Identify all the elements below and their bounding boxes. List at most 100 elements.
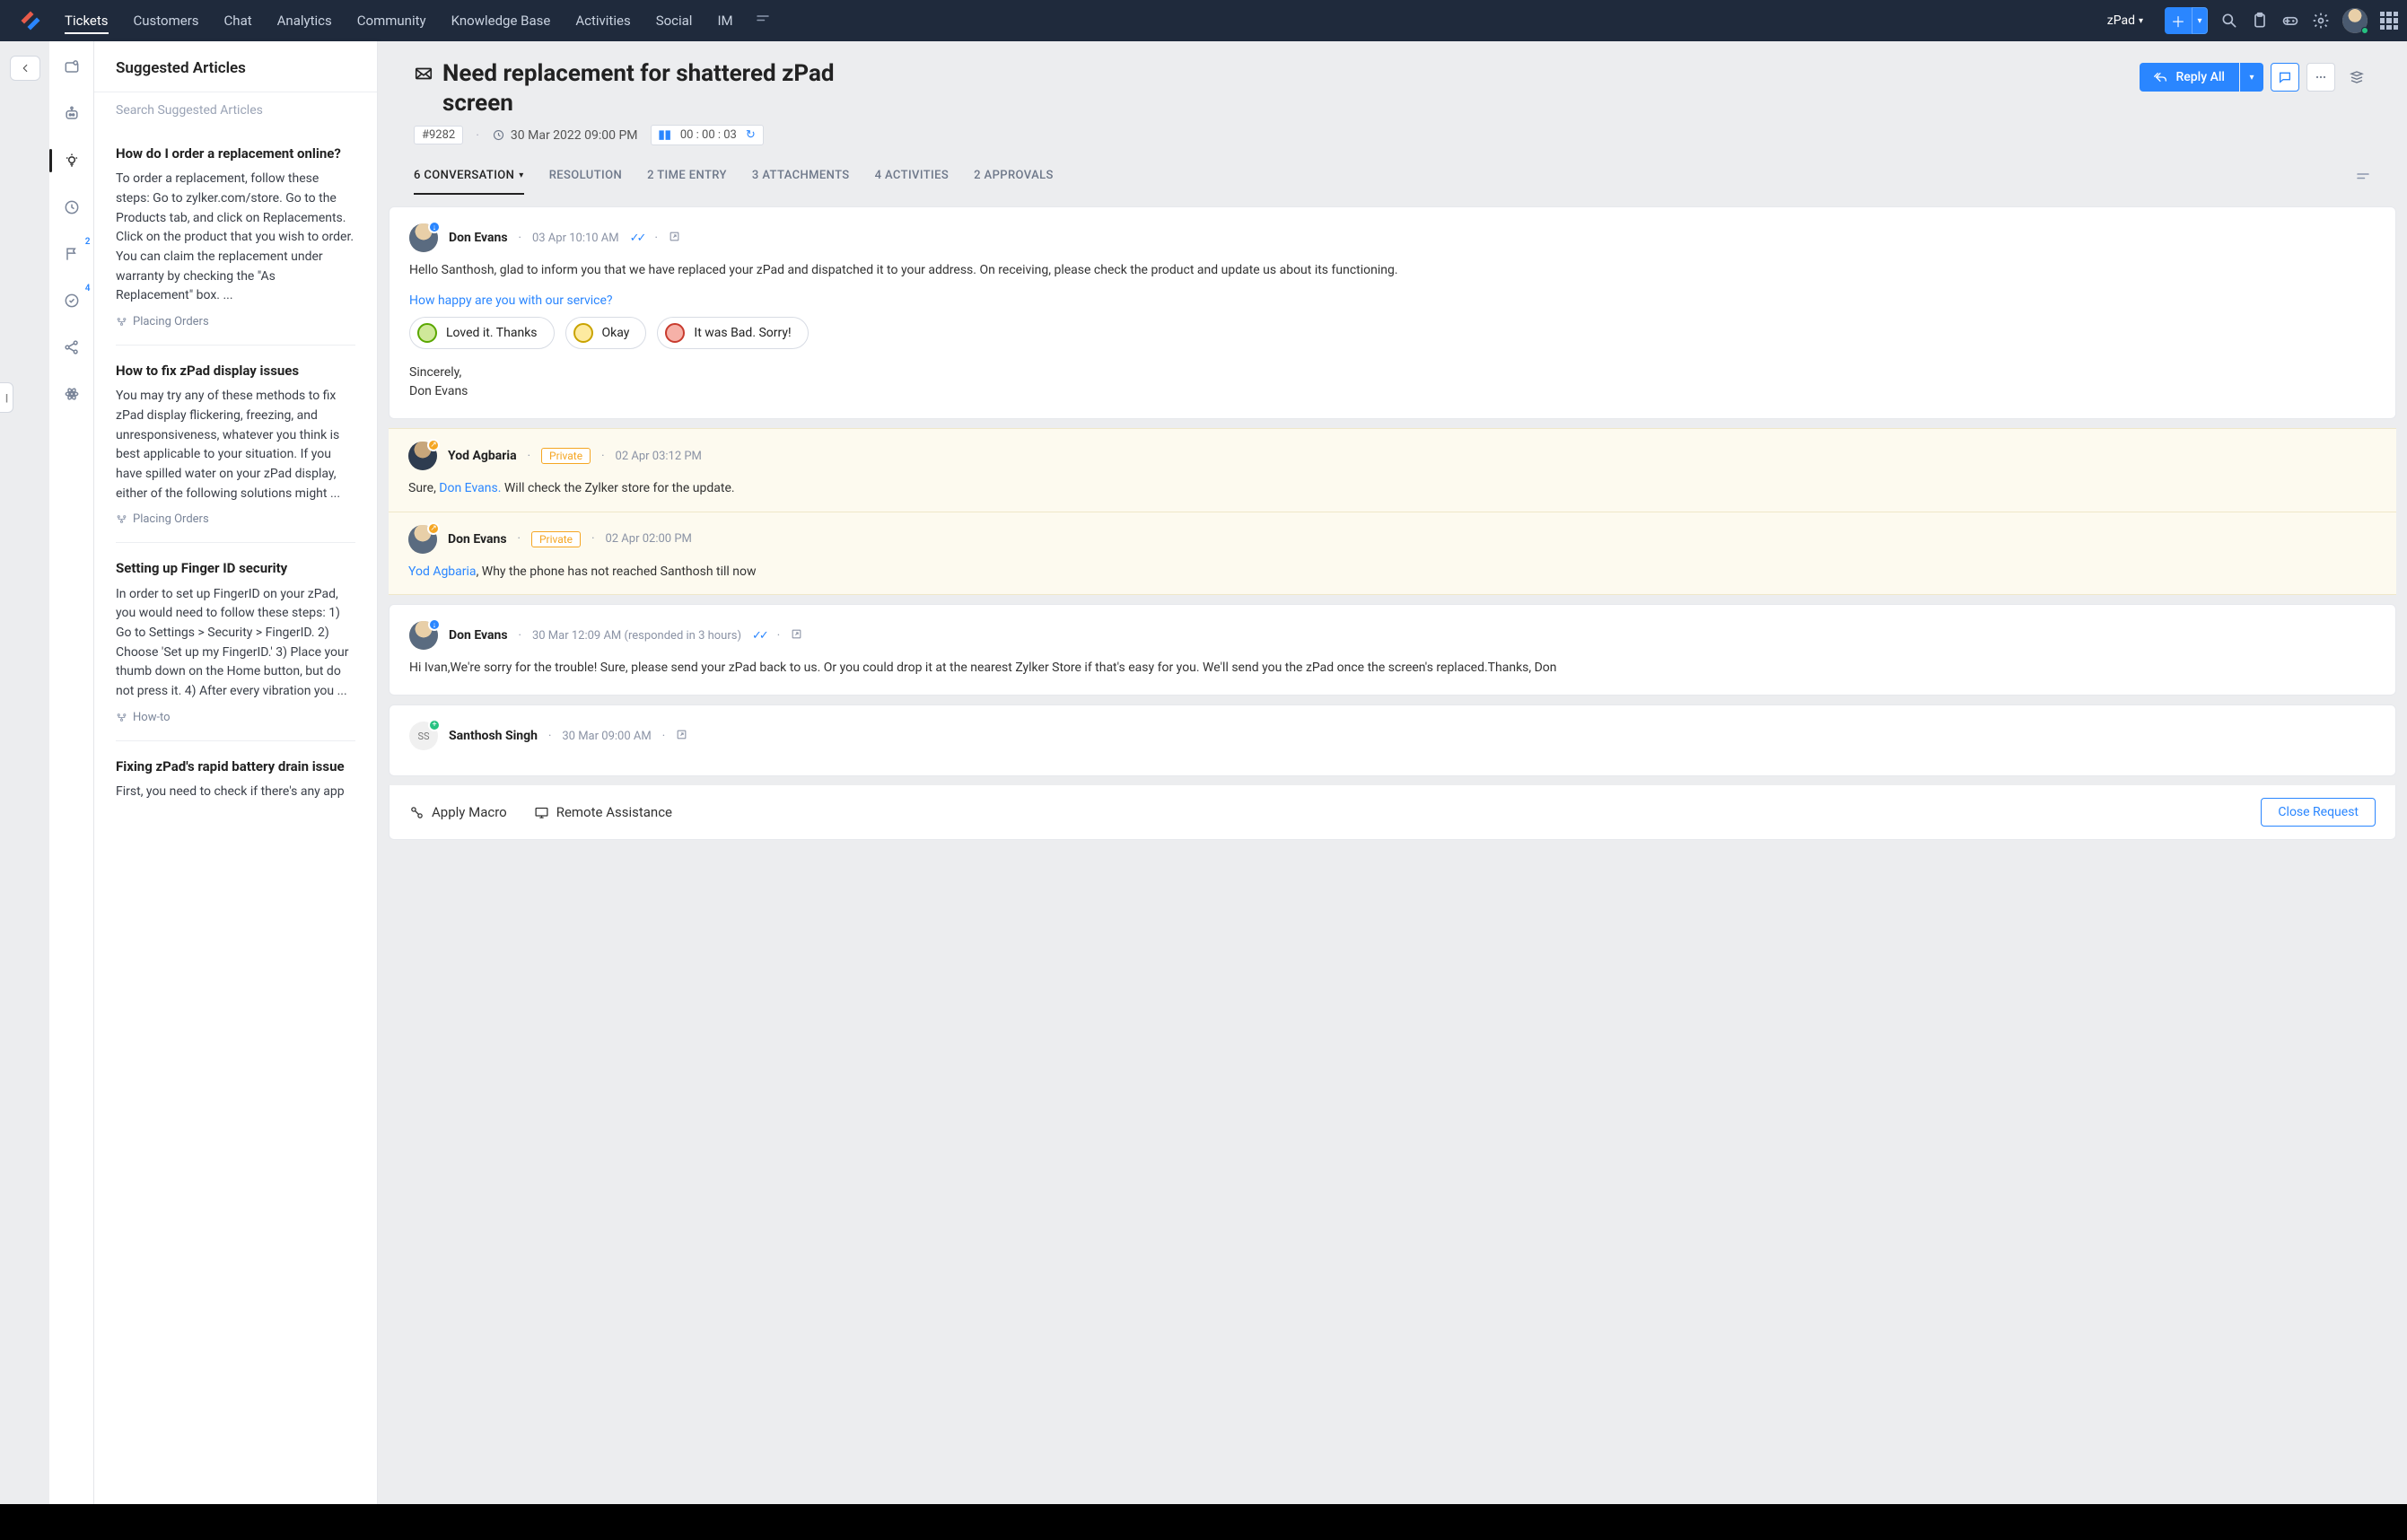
read-ticks-icon: ✓✓: [752, 629, 766, 643]
letterbox-bottom: [0, 1504, 2407, 1540]
comment-button[interactable]: [2271, 63, 2299, 92]
ticket-title: Need replacement for shattered zPad scre…: [442, 59, 837, 118]
app-logo: [18, 8, 43, 33]
private-badge: Private: [531, 531, 581, 547]
article-category: Placing Orders: [116, 315, 355, 328]
message-signoff-name: Don Evans: [409, 382, 2376, 402]
article-category: Placing Orders: [116, 512, 355, 526]
article-snippet: You may try any of these methods to fix …: [116, 387, 355, 503]
message-time: 03 Apr 10:10 AM: [532, 232, 619, 245]
nav-overflow-icon[interactable]: [755, 11, 771, 31]
nav-links: TicketsCustomersChatAnalyticsCommunityKn…: [52, 2, 746, 39]
rating-option-meh[interactable]: Okay: [565, 317, 647, 349]
nav-link-customers[interactable]: Customers: [121, 2, 212, 39]
thread-message[interactable]: ↓Don Evans·30 Mar 12:09 AM (responded in…: [389, 604, 2396, 696]
article-title: Fixing zPad's rapid battery drain issue: [116, 757, 355, 775]
rail-ticket-props-icon[interactable]: [58, 54, 85, 81]
article-item[interactable]: How to fix zPad display issues You may tr…: [116, 345, 355, 542]
rail-history-icon[interactable]: [58, 194, 85, 221]
tab-resolution[interactable]: RESOLUTION: [549, 162, 622, 195]
plus-icon: +: [428, 719, 441, 731]
gamepad-icon[interactable]: [2281, 12, 2299, 30]
article-title: How to fix zPad display issues: [116, 362, 355, 380]
rail-approval-icon[interactable]: 4: [58, 287, 85, 314]
read-ticks-icon: ✓✓: [630, 232, 644, 245]
reply-dropdown[interactable]: ▾: [2240, 63, 2263, 92]
more-actions-button[interactable]: [2306, 63, 2335, 92]
pause-icon[interactable]: ▮▮: [659, 128, 671, 142]
tab-2-time-entry[interactable]: 2 TIME ENTRY: [647, 162, 727, 195]
clipboard-icon[interactable]: [2251, 12, 2269, 30]
panel-drag-handle[interactable]: ||: [0, 382, 13, 413]
rail-suggestions-icon[interactable]: [58, 147, 85, 174]
article-item[interactable]: Fixing zPad's rapid battery drain issueF…: [116, 740, 355, 818]
popout-icon[interactable]: [669, 231, 680, 246]
nav-link-knowledge-base[interactable]: Knowledge Base: [439, 2, 564, 39]
popout-icon[interactable]: [676, 729, 687, 744]
article-item[interactable]: Setting up Finger ID securityIn order to…: [116, 542, 355, 739]
nav-link-tickets[interactable]: Tickets: [52, 2, 121, 39]
rail-bot-icon[interactable]: [58, 101, 85, 127]
collapse-left-button[interactable]: [10, 56, 40, 81]
thread-message[interactable]: ↓Don Evans·03 Apr 10:10 AM✓✓·Hello Santh…: [389, 206, 2396, 419]
rail-flag-icon[interactable]: 2: [58, 241, 85, 267]
nav-link-social[interactable]: Social: [643, 2, 705, 39]
message-time: 30 Mar 09:00 AM: [562, 730, 651, 743]
left-icon-rail: 2 4: [49, 41, 94, 1504]
rating-label: Loved it. Thanks: [446, 326, 538, 340]
close-request-button[interactable]: Close Request: [2261, 798, 2376, 827]
tabs-overflow-icon[interactable]: [2355, 169, 2371, 188]
nav-link-community[interactable]: Community: [345, 2, 439, 39]
mention[interactable]: Yod Agbaria: [408, 564, 477, 579]
nav-link-im[interactable]: IM: [705, 2, 745, 39]
rating-option-happy[interactable]: Loved it. Thanks: [409, 317, 555, 349]
profile-avatar[interactable]: [2342, 8, 2368, 33]
rating-label: It was Bad. Sorry!: [694, 326, 791, 340]
article-item[interactable]: How do I order a replacement online?To o…: [116, 128, 355, 345]
timer-widget[interactable]: ▮▮ 00 : 00 : 03 ↻: [651, 125, 764, 145]
create-dropdown[interactable]: ▾: [2192, 7, 2208, 34]
arrow-in-icon: ↓: [428, 618, 441, 631]
message-body: Sure, Don Evans. Will check the Zylker s…: [408, 479, 2376, 499]
clock-icon: [492, 128, 505, 142]
rail-extensions-icon[interactable]: [58, 381, 85, 407]
arrow-in-icon: ↓: [428, 221, 441, 233]
channel-email-icon: [414, 64, 433, 83]
message-body: Hello Santhosh, glad to inform you that …: [409, 261, 2376, 281]
message-author: Don Evans: [449, 628, 508, 643]
search-icon[interactable]: [2220, 12, 2238, 30]
rating-option-sad[interactable]: It was Bad. Sorry!: [657, 317, 808, 349]
ticket-tabs: 6 CONVERSATION▾ RESOLUTION 2 TIME ENTRY 3 A…: [389, 154, 2396, 196]
popout-icon[interactable]: [791, 628, 802, 643]
rail-share-icon[interactable]: [58, 334, 85, 361]
reply-all-button[interactable]: Reply All: [2140, 63, 2239, 92]
tab-4-activities[interactable]: 4 ACTIVITIES: [875, 162, 950, 195]
message-body: Yod Agbaria, Why the phone has not reach…: [408, 563, 2376, 582]
remote-assistance-action[interactable]: Remote Assistance: [534, 804, 672, 820]
create-button[interactable]: ＋: [2165, 7, 2192, 34]
thread-private-note[interactable]: ↗Don Evans·Private·02 Apr 02:00 PMYod Ag…: [389, 512, 2396, 596]
thread-message[interactable]: +Santhosh Singh·30 Mar 09:00 AM·: [389, 704, 2396, 776]
workspace-dropdown[interactable]: zPad ▾: [2098, 8, 2152, 33]
apply-macro-action[interactable]: Apply Macro: [409, 804, 507, 820]
nav-link-analytics[interactable]: Analytics: [265, 2, 345, 39]
arrow-out-icon: ↗: [427, 522, 440, 535]
meh-face-icon: [573, 323, 593, 343]
nav-link-activities[interactable]: Activities: [563, 2, 643, 39]
refresh-icon[interactable]: ↻: [746, 128, 756, 142]
tab-6-conversation[interactable]: 6 CONVERSATION▾: [414, 162, 524, 195]
stack-icon[interactable]: [2342, 63, 2371, 92]
suggested-articles-panel: Suggested Articles How do I order a repl…: [94, 41, 378, 1504]
message-author: Don Evans: [448, 532, 507, 547]
nav-link-chat[interactable]: Chat: [212, 2, 265, 39]
apps-grid-icon[interactable]: [2380, 12, 2398, 30]
thread-private-note[interactable]: ↗Yod Agbaria·Private·02 Apr 03:12 PMSure…: [389, 428, 2396, 512]
settings-icon[interactable]: [2312, 12, 2330, 30]
message-author: Don Evans: [449, 231, 508, 245]
article-snippet: To order a replacement, follow these ste…: [116, 170, 355, 306]
private-badge: Private: [541, 448, 591, 464]
tab-3-attachments[interactable]: 3 ATTACHMENTS: [752, 162, 850, 195]
mention[interactable]: Don Evans.: [439, 481, 501, 495]
tab-2-approvals[interactable]: 2 APPROVALS: [974, 162, 1054, 195]
articles-search-input[interactable]: [116, 103, 355, 118]
